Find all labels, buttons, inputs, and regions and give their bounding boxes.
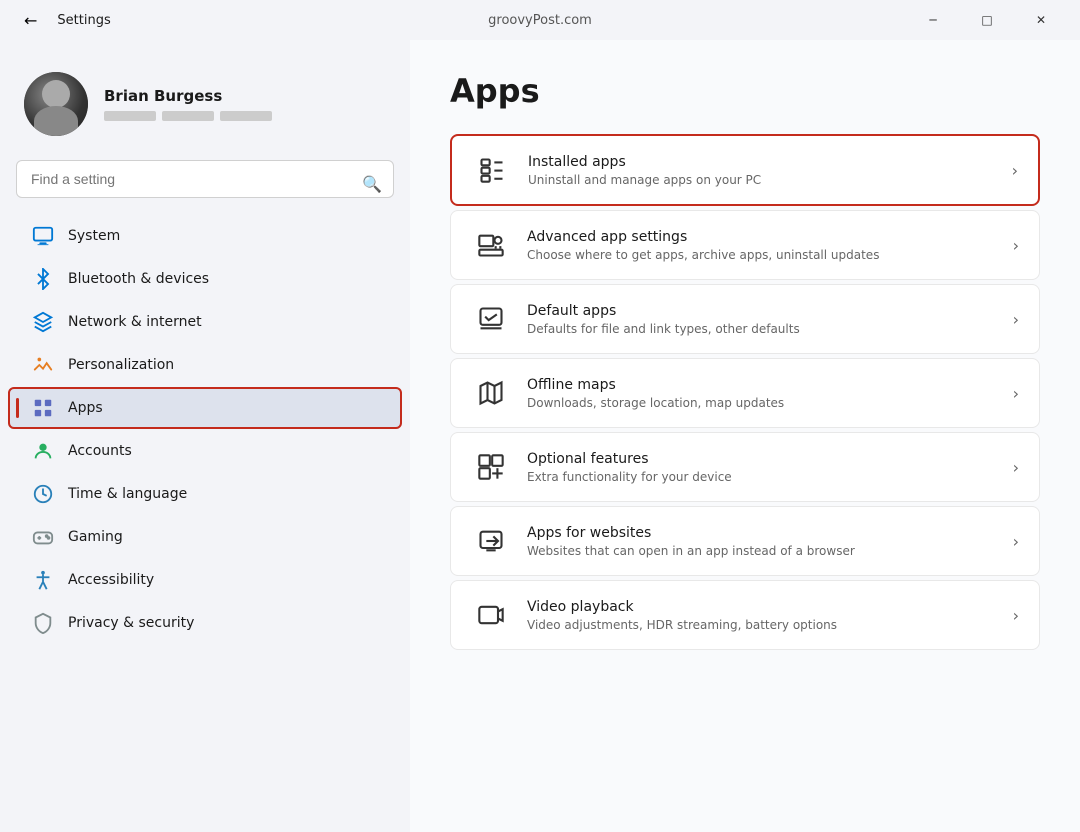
installed-apps-chevron: › [1012, 161, 1018, 180]
setting-item-advanced-app-settings[interactable]: Advanced app settings Choose where to ge… [450, 210, 1040, 280]
video-playback-desc: Video adjustments, HDR streaming, batter… [527, 618, 1005, 632]
sidebar-label-gaming: Gaming [68, 529, 123, 545]
main-content: Apps Installed apps Uninstall an [410, 40, 1080, 832]
titlebar-left: ← Settings [16, 7, 111, 34]
sidebar-label-accessibility: Accessibility [68, 572, 154, 588]
advanced-app-settings-icon [471, 225, 511, 265]
installed-apps-text: Installed apps Uninstall and manage apps… [528, 154, 1004, 187]
default-apps-text: Default apps Defaults for file and link … [527, 303, 1005, 336]
optional-features-desc: Extra functionality for your device [527, 470, 1005, 484]
optional-features-title: Optional features [527, 451, 1005, 467]
sidebar-item-personalization[interactable]: Personalization [8, 344, 402, 386]
default-apps-title: Default apps [527, 303, 1005, 319]
gaming-icon [32, 526, 54, 548]
profile-bar-1 [104, 111, 156, 121]
accounts-icon [32, 440, 54, 462]
setting-item-default-apps[interactable]: Default apps Defaults for file and link … [450, 284, 1040, 354]
offline-maps-desc: Downloads, storage location, map updates [527, 396, 1005, 410]
installed-apps-title: Installed apps [528, 154, 1004, 170]
default-apps-chevron: › [1013, 310, 1019, 329]
video-playback-chevron: › [1013, 606, 1019, 625]
advanced-app-settings-desc: Choose where to get apps, archive apps, … [527, 248, 1005, 262]
offline-maps-text: Offline maps Downloads, storage location… [527, 377, 1005, 410]
advanced-app-settings-chevron: › [1013, 236, 1019, 255]
profile-section: Brian Burgess [0, 56, 410, 160]
sidebar-nav: System Bluetooth & devices Network & int… [0, 214, 410, 645]
page-title: Apps [450, 72, 1040, 110]
titlebar-url: groovyPost.com [488, 13, 592, 28]
advanced-app-settings-text: Advanced app settings Choose where to ge… [527, 229, 1005, 262]
sidebar-item-bluetooth[interactable]: Bluetooth & devices [8, 258, 402, 300]
apps-for-websites-icon [471, 521, 511, 561]
sidebar-item-apps[interactable]: Apps [8, 387, 402, 429]
privacy-icon [32, 612, 54, 634]
sidebar-item-privacy[interactable]: Privacy & security [8, 602, 402, 644]
video-playback-icon [471, 595, 511, 635]
profile-info: Brian Burgess [104, 87, 272, 121]
personalization-icon [32, 354, 54, 376]
profile-name: Brian Burgess [104, 87, 272, 105]
network-icon [32, 311, 54, 333]
sidebar: Brian Burgess 🔍 [0, 40, 410, 832]
sidebar-label-privacy: Privacy & security [68, 615, 194, 631]
sidebar-label-accounts: Accounts [68, 443, 132, 459]
advanced-app-settings-title: Advanced app settings [527, 229, 1005, 245]
setting-item-offline-maps[interactable]: Offline maps Downloads, storage location… [450, 358, 1040, 428]
back-button[interactable]: ← [16, 7, 45, 34]
optional-features-chevron: › [1013, 458, 1019, 477]
apps-for-websites-text: Apps for websites Websites that can open… [527, 525, 1005, 558]
setting-item-apps-for-websites[interactable]: Apps for websites Websites that can open… [450, 506, 1040, 576]
search-container: 🔍 [0, 160, 410, 214]
installed-apps-desc: Uninstall and manage apps on your PC [528, 173, 1004, 187]
installed-apps-icon [472, 150, 512, 190]
system-icon [32, 225, 54, 247]
sidebar-label-personalization: Personalization [68, 357, 174, 373]
app-window: Brian Burgess 🔍 [0, 40, 1080, 832]
sidebar-label-system: System [68, 228, 120, 244]
profile-bars [104, 111, 272, 121]
default-apps-desc: Defaults for file and link types, other … [527, 322, 1005, 336]
offline-maps-chevron: › [1013, 384, 1019, 403]
app-title: Settings [57, 13, 110, 28]
sidebar-item-network[interactable]: Network & internet [8, 301, 402, 343]
profile-bar-2 [162, 111, 214, 121]
search-icon: 🔍 [362, 175, 382, 194]
offline-maps-title: Offline maps [527, 377, 1005, 393]
video-playback-title: Video playback [527, 599, 1005, 615]
optional-features-icon [471, 447, 511, 487]
apps-for-websites-desc: Websites that can open in an app instead… [527, 544, 1005, 558]
sidebar-label-apps: Apps [68, 400, 103, 416]
accessibility-icon [32, 569, 54, 591]
bluetooth-icon [32, 268, 54, 290]
default-apps-icon [471, 299, 511, 339]
sidebar-label-network: Network & internet [68, 314, 202, 330]
time-icon [32, 483, 54, 505]
avatar-image [24, 72, 88, 136]
apps-for-websites-chevron: › [1013, 532, 1019, 551]
close-button[interactable]: ✕ [1018, 4, 1064, 36]
titlebar: ← Settings groovyPost.com ─ □ ✕ [0, 0, 1080, 40]
offline-maps-icon [471, 373, 511, 413]
optional-features-text: Optional features Extra functionality fo… [527, 451, 1005, 484]
sidebar-item-system[interactable]: System [8, 215, 402, 257]
avatar [24, 72, 88, 136]
video-playback-text: Video playback Video adjustments, HDR st… [527, 599, 1005, 632]
sidebar-item-time[interactable]: Time & language [8, 473, 402, 515]
titlebar-controls: ─ □ ✕ [910, 4, 1064, 36]
search-input[interactable] [16, 160, 394, 198]
sidebar-label-bluetooth: Bluetooth & devices [68, 271, 209, 287]
minimize-button[interactable]: ─ [910, 4, 956, 36]
sidebar-item-accounts[interactable]: Accounts [8, 430, 402, 472]
maximize-button[interactable]: □ [964, 4, 1010, 36]
sidebar-item-accessibility[interactable]: Accessibility [8, 559, 402, 601]
profile-bar-3 [220, 111, 272, 121]
apps-for-websites-title: Apps for websites [527, 525, 1005, 541]
sidebar-label-time: Time & language [68, 486, 187, 502]
setting-item-installed-apps[interactable]: Installed apps Uninstall and manage apps… [450, 134, 1040, 206]
apps-icon [32, 397, 54, 419]
settings-list: Installed apps Uninstall and manage apps… [450, 134, 1040, 650]
setting-item-optional-features[interactable]: Optional features Extra functionality fo… [450, 432, 1040, 502]
setting-item-video-playback[interactable]: Video playback Video adjustments, HDR st… [450, 580, 1040, 650]
sidebar-item-gaming[interactable]: Gaming [8, 516, 402, 558]
